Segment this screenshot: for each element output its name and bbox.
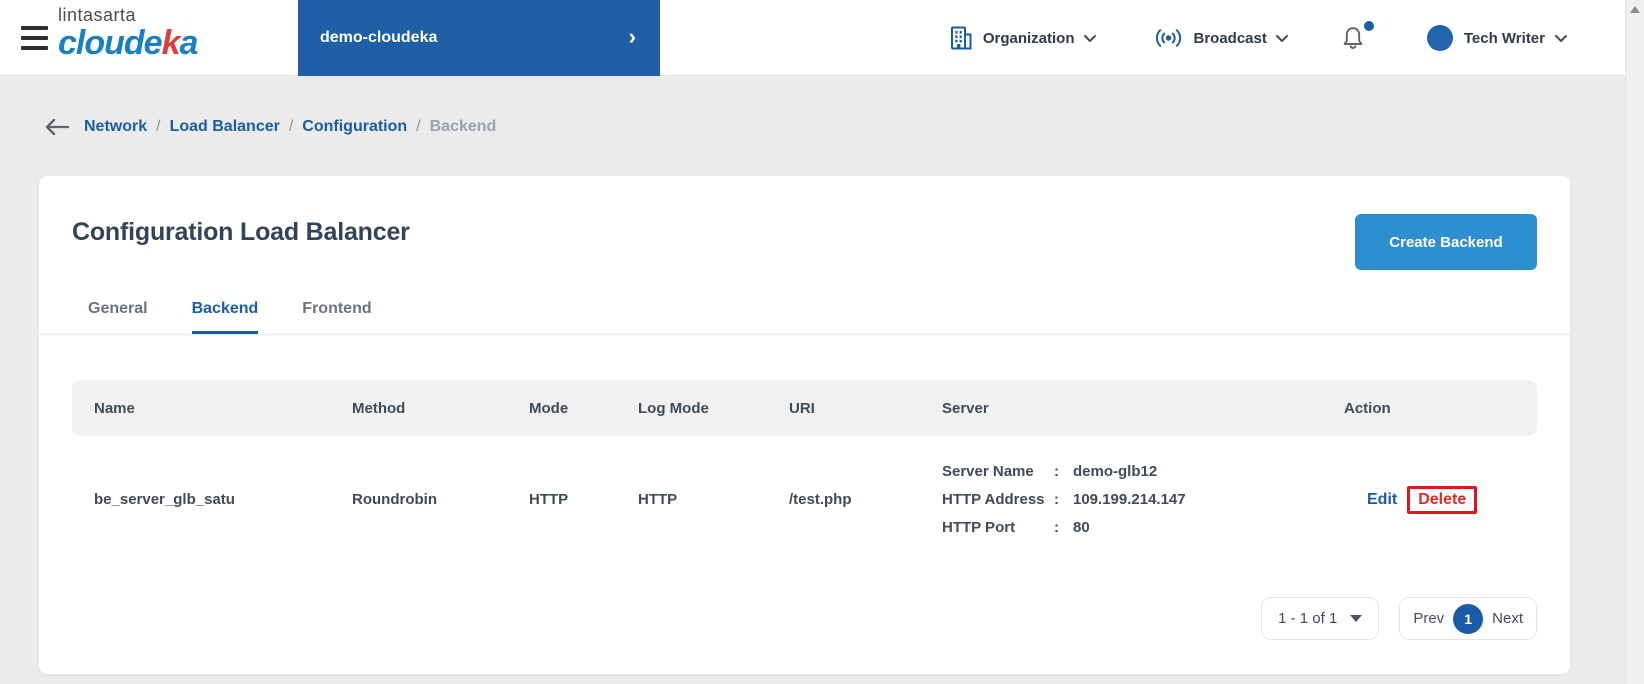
chevron-down-icon: [1554, 34, 1568, 43]
chevron-right-icon: ›: [628, 23, 636, 49]
back-arrow-icon[interactable]: [44, 118, 70, 136]
table-row: be_server_glb_satu Roundrobin HTTP HTTP …: [72, 436, 1537, 563]
column-header-action: Action: [1344, 399, 1391, 417]
table-header-row: Name Method Mode Log Mode URI Server Act…: [72, 380, 1537, 436]
topbar: lintasarta cloudeka demo-cloudeka › Orga…: [0, 0, 1625, 76]
breadcrumb-link-configuration[interactable]: Configuration: [302, 118, 407, 136]
card-header: Configuration Load Balancer Create Backe…: [39, 176, 1570, 270]
create-backend-button[interactable]: Create Backend: [1355, 214, 1537, 270]
project-name: demo-cloudeka: [320, 29, 438, 46]
column-header-mode: Mode: [529, 399, 569, 417]
brand-logo: lintasarta cloudeka: [58, 5, 198, 62]
cell-method: Roundrobin: [352, 491, 437, 508]
broadcast-label: Broadcast: [1193, 29, 1267, 47]
page-1-button[interactable]: 1: [1453, 603, 1484, 634]
topbar-actions: Organization Broadcast Tech Writer: [949, 0, 1568, 76]
breadcrumb: Network / Load Balancer / Configuration …: [44, 112, 1625, 142]
chevron-down-icon: [1275, 34, 1289, 43]
project-selector[interactable]: demo-cloudeka ›: [298, 0, 660, 76]
page-title: Configuration Load Balancer: [72, 218, 410, 246]
broadcast-dropdown[interactable]: Broadcast: [1153, 27, 1289, 49]
pagination: 1 - 1 of 1 Prev 1 Next: [72, 597, 1537, 640]
column-header-server: Server: [942, 399, 989, 417]
chevron-down-icon: [1083, 34, 1097, 43]
tab-backend[interactable]: Backend: [191, 300, 259, 334]
cell-log-mode: HTTP: [638, 491, 678, 508]
cell-mode: HTTP: [529, 491, 569, 508]
organization-label: Organization: [982, 29, 1075, 47]
logo-cloudeka: cloudeka: [58, 24, 198, 62]
range-label: 1 - 1 of 1: [1278, 610, 1338, 627]
breadcrumb-separator: /: [156, 118, 161, 135]
pager: Prev 1 Next: [1399, 597, 1537, 640]
tabs-bar: General Backend Frontend: [39, 300, 1570, 335]
breadcrumb-current-backend: Backend: [429, 118, 497, 135]
user-avatar: [1426, 25, 1453, 51]
hamburger-menu-icon[interactable]: [21, 26, 49, 50]
page-content: Network / Load Balancer / Configuration …: [0, 76, 1625, 674]
column-header-uri: URI: [789, 399, 815, 417]
http-port-line: HTTP Port : 80: [942, 518, 1090, 536]
edit-link[interactable]: Edit: [1367, 491, 1397, 509]
user-name: Tech Writer: [1463, 29, 1545, 47]
logo-lintasarta: lintasarta: [58, 5, 137, 25]
cell-actions: Edit Delete: [1322, 485, 1537, 514]
backend-table: Name Method Mode Log Mode URI Server Act…: [39, 380, 1570, 640]
notification-badge-dot: [1363, 21, 1374, 31]
delete-link[interactable]: Delete: [1418, 491, 1466, 508]
column-header-method: Method: [352, 399, 406, 417]
notification-bell-button[interactable]: [1341, 21, 1374, 51]
scrollbar[interactable]: [1625, 0, 1644, 684]
breadcrumb-separator: /: [416, 118, 421, 135]
column-header-log-mode: Log Mode: [638, 399, 709, 417]
tab-frontend[interactable]: Frontend: [302, 300, 371, 334]
tab-general[interactable]: General: [88, 300, 148, 334]
breadcrumb-link-network[interactable]: Network: [84, 118, 147, 136]
column-header-name: Name: [94, 399, 135, 417]
prev-button[interactable]: Prev: [1413, 610, 1444, 627]
user-menu[interactable]: Tech Writer: [1426, 25, 1568, 51]
next-button[interactable]: Next: [1492, 610, 1523, 627]
app-window: lintasarta cloudeka demo-cloudeka › Orga…: [0, 0, 1625, 684]
breadcrumb-separator: /: [288, 118, 294, 135]
cell-server-details: Server Name : demo-glb12 HTTP Address : …: [920, 458, 1322, 542]
cell-uri: /test.php: [789, 491, 852, 508]
cell-name: be_server_glb_satu: [94, 491, 235, 508]
organization-dropdown[interactable]: Organization: [949, 25, 1097, 51]
server-name-line: Server Name : demo-glb12: [942, 462, 1158, 480]
viewport: lintasarta cloudeka demo-cloudeka › Orga…: [0, 0, 1644, 684]
http-address-line: HTTP Address : 109.199.214.147: [942, 490, 1186, 508]
caret-down-icon: [1350, 615, 1363, 622]
scroll-up-arrow-icon[interactable]: [1630, 6, 1640, 13]
building-icon: [949, 25, 973, 51]
rows-per-page-dropdown[interactable]: 1 - 1 of 1: [1261, 597, 1380, 640]
configuration-card: Configuration Load Balancer Create Backe…: [39, 176, 1570, 674]
breadcrumb-link-load-balancer[interactable]: Load Balancer: [170, 118, 280, 136]
broadcast-icon: [1153, 27, 1184, 49]
bell-icon: [1341, 25, 1365, 51]
annotation-highlight-box: Delete: [1407, 485, 1478, 514]
